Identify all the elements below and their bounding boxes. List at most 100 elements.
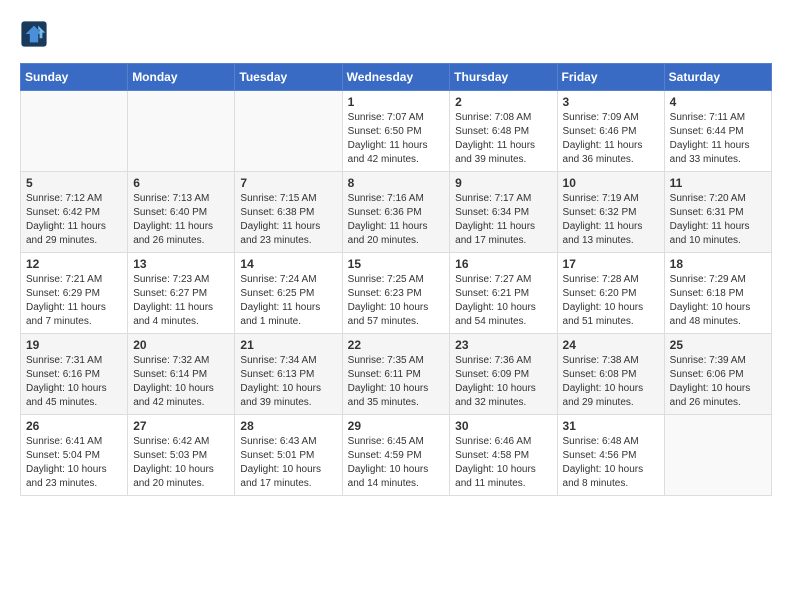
calendar-cell: 4 Sunrise: 7:11 AM Sunset: 6:44 PM Daylig… xyxy=(664,91,771,172)
day-info: Sunrise: 7:16 AM Sunset: 6:36 PM Dayligh… xyxy=(348,192,445,248)
day-info: Sunrise: 7:09 AM Sunset: 6:46 PM Dayligh… xyxy=(563,111,659,167)
calendar-cell: 18Sunrise: 7:29 AM Sunset: 6:18 PM Dayli… xyxy=(664,253,771,334)
day-number: 27 xyxy=(133,419,229,433)
day-number: 19 xyxy=(26,338,122,352)
day-info: Sunrise: 7:17 AM Sunset: 6:34 PM Dayligh… xyxy=(455,192,551,248)
day-number: 8 xyxy=(348,176,445,190)
calendar-cell: 21Sunrise: 7:34 AM Sunset: 6:13 PM Dayli… xyxy=(235,334,342,415)
calendar-cell: 3 Sunrise: 7:09 AM Sunset: 6:46 PM Daylig… xyxy=(557,91,664,172)
calendar-cell: 8 Sunrise: 7:16 AM Sunset: 6:36 PM Daylig… xyxy=(342,172,450,253)
day-number: 28 xyxy=(240,419,336,433)
calendar-cell: 22 Sunrise: 7:35 AM Sunset: 6:11 PM Dayli… xyxy=(342,334,450,415)
day-number: 12 xyxy=(26,257,122,271)
day-info: Sunrise: 7:31 AM Sunset: 6:16 PM Dayligh… xyxy=(26,354,122,410)
calendar-cell xyxy=(664,415,771,496)
calendar-cell xyxy=(21,91,128,172)
day-number: 26 xyxy=(26,419,122,433)
calendar-week-row: 12 Sunrise: 7:21 AM Sunset: 6:29 PM Dayli… xyxy=(21,253,772,334)
day-number: 24 xyxy=(563,338,659,352)
calendar-cell: 28 Sunrise: 6:43 AM Sunset: 5:01 PM Dayli… xyxy=(235,415,342,496)
day-info: Sunrise: 7:11 AM Sunset: 6:44 PM Dayligh… xyxy=(670,111,766,167)
day-info: Sunrise: 7:20 AM Sunset: 6:31 PM Dayligh… xyxy=(670,192,766,248)
day-number: 10 xyxy=(563,176,659,190)
day-number: 11 xyxy=(670,176,766,190)
calendar-cell: 30 Sunrise: 6:46 AM Sunset: 4:58 PM Dayli… xyxy=(450,415,557,496)
day-number: 6 xyxy=(133,176,229,190)
weekday-header: Friday xyxy=(557,64,664,91)
day-number: 9 xyxy=(455,176,551,190)
day-number: 3 xyxy=(563,95,659,109)
calendar-week-row: 26 Sunrise: 6:41 AM Sunset: 5:04 PM Dayli… xyxy=(21,415,772,496)
calendar-header-row: SundayMondayTuesdayWednesdayThursdayFrid… xyxy=(21,64,772,91)
day-number: 31 xyxy=(563,419,659,433)
day-info: Sunrise: 6:43 AM Sunset: 5:01 PM Dayligh… xyxy=(240,435,336,491)
day-info: Sunrise: 6:42 AM Sunset: 5:03 PM Dayligh… xyxy=(133,435,229,491)
weekday-header: Saturday xyxy=(664,64,771,91)
day-number: 17 xyxy=(563,257,659,271)
calendar-cell: 16 Sunrise: 7:27 AM Sunset: 6:21 PM Dayli… xyxy=(450,253,557,334)
day-number: 13 xyxy=(133,257,229,271)
day-info: Sunrise: 7:19 AM Sunset: 6:32 PM Dayligh… xyxy=(563,192,659,248)
day-number: 1 xyxy=(348,95,445,109)
day-info: Sunrise: 7:21 AM Sunset: 6:29 PM Dayligh… xyxy=(26,273,122,329)
day-number: 4 xyxy=(670,95,766,109)
calendar-cell: 9 Sunrise: 7:17 AM Sunset: 6:34 PM Daylig… xyxy=(450,172,557,253)
calendar-week-row: 19 Sunrise: 7:31 AM Sunset: 6:16 PM Dayli… xyxy=(21,334,772,415)
day-number: 16 xyxy=(455,257,551,271)
day-info: Sunrise: 7:23 AM Sunset: 6:27 PM Dayligh… xyxy=(133,273,229,329)
day-info: Sunrise: 7:36 AM Sunset: 6:09 PM Dayligh… xyxy=(455,354,551,410)
logo xyxy=(20,20,52,48)
day-info: Sunrise: 7:29 AM Sunset: 6:18 PM Dayligh… xyxy=(670,273,766,329)
weekday-header: Monday xyxy=(128,64,235,91)
day-info: Sunrise: 7:35 AM Sunset: 6:11 PM Dayligh… xyxy=(348,354,445,410)
day-info: Sunrise: 7:08 AM Sunset: 6:48 PM Dayligh… xyxy=(455,111,551,167)
day-info: Sunrise: 7:12 AM Sunset: 6:42 PM Dayligh… xyxy=(26,192,122,248)
calendar-cell: 25Sunrise: 7:39 AM Sunset: 6:06 PM Dayli… xyxy=(664,334,771,415)
page-header xyxy=(20,20,772,48)
calendar-week-row: 1Sunrise: 7:07 AM Sunset: 6:50 PM Daylig… xyxy=(21,91,772,172)
calendar-cell: 24Sunrise: 7:38 AM Sunset: 6:08 PM Dayli… xyxy=(557,334,664,415)
day-info: Sunrise: 7:39 AM Sunset: 6:06 PM Dayligh… xyxy=(670,354,766,410)
weekday-header: Tuesday xyxy=(235,64,342,91)
calendar-cell: 10 Sunrise: 7:19 AM Sunset: 6:32 PM Dayli… xyxy=(557,172,664,253)
day-number: 22 xyxy=(348,338,445,352)
calendar-cell: 14 Sunrise: 7:24 AM Sunset: 6:25 PM Dayli… xyxy=(235,253,342,334)
logo-icon xyxy=(20,20,48,48)
calendar-table: SundayMondayTuesdayWednesdayThursdayFrid… xyxy=(20,63,772,496)
calendar-cell: 29Sunrise: 6:45 AM Sunset: 4:59 PM Dayli… xyxy=(342,415,450,496)
day-number: 14 xyxy=(240,257,336,271)
day-number: 29 xyxy=(348,419,445,433)
day-number: 7 xyxy=(240,176,336,190)
day-info: Sunrise: 7:25 AM Sunset: 6:23 PM Dayligh… xyxy=(348,273,445,329)
day-number: 2 xyxy=(455,95,551,109)
calendar-cell: 13 Sunrise: 7:23 AM Sunset: 6:27 PM Dayli… xyxy=(128,253,235,334)
day-info: Sunrise: 7:28 AM Sunset: 6:20 PM Dayligh… xyxy=(563,273,659,329)
weekday-header: Sunday xyxy=(21,64,128,91)
calendar-cell: 15 Sunrise: 7:25 AM Sunset: 6:23 PM Dayli… xyxy=(342,253,450,334)
calendar-cell: 19 Sunrise: 7:31 AM Sunset: 6:16 PM Dayli… xyxy=(21,334,128,415)
day-number: 23 xyxy=(455,338,551,352)
day-number: 30 xyxy=(455,419,551,433)
day-info: Sunrise: 7:32 AM Sunset: 6:14 PM Dayligh… xyxy=(133,354,229,410)
day-info: Sunrise: 7:24 AM Sunset: 6:25 PM Dayligh… xyxy=(240,273,336,329)
calendar-cell: 26 Sunrise: 6:41 AM Sunset: 5:04 PM Dayli… xyxy=(21,415,128,496)
calendar-cell: 23 Sunrise: 7:36 AM Sunset: 6:09 PM Dayli… xyxy=(450,334,557,415)
calendar-cell: 17 Sunrise: 7:28 AM Sunset: 6:20 PM Dayli… xyxy=(557,253,664,334)
calendar-cell xyxy=(128,91,235,172)
day-info: Sunrise: 6:46 AM Sunset: 4:58 PM Dayligh… xyxy=(455,435,551,491)
day-info: Sunrise: 6:48 AM Sunset: 4:56 PM Dayligh… xyxy=(563,435,659,491)
weekday-header: Thursday xyxy=(450,64,557,91)
calendar-cell: 20Sunrise: 7:32 AM Sunset: 6:14 PM Dayli… xyxy=(128,334,235,415)
calendar-cell: 5Sunrise: 7:12 AM Sunset: 6:42 PM Daylig… xyxy=(21,172,128,253)
calendar-cell: 1Sunrise: 7:07 AM Sunset: 6:50 PM Daylig… xyxy=(342,91,450,172)
day-info: Sunrise: 7:13 AM Sunset: 6:40 PM Dayligh… xyxy=(133,192,229,248)
calendar-cell: 27 Sunrise: 6:42 AM Sunset: 5:03 PM Dayli… xyxy=(128,415,235,496)
calendar-cell: 31 Sunrise: 6:48 AM Sunset: 4:56 PM Dayli… xyxy=(557,415,664,496)
calendar-cell: 2 Sunrise: 7:08 AM Sunset: 6:48 PM Daylig… xyxy=(450,91,557,172)
calendar-cell: 12 Sunrise: 7:21 AM Sunset: 6:29 PM Dayli… xyxy=(21,253,128,334)
day-info: Sunrise: 6:41 AM Sunset: 5:04 PM Dayligh… xyxy=(26,435,122,491)
calendar-cell: 11 Sunrise: 7:20 AM Sunset: 6:31 PM Dayli… xyxy=(664,172,771,253)
day-number: 15 xyxy=(348,257,445,271)
day-info: Sunrise: 7:27 AM Sunset: 6:21 PM Dayligh… xyxy=(455,273,551,329)
day-info: Sunrise: 7:34 AM Sunset: 6:13 PM Dayligh… xyxy=(240,354,336,410)
